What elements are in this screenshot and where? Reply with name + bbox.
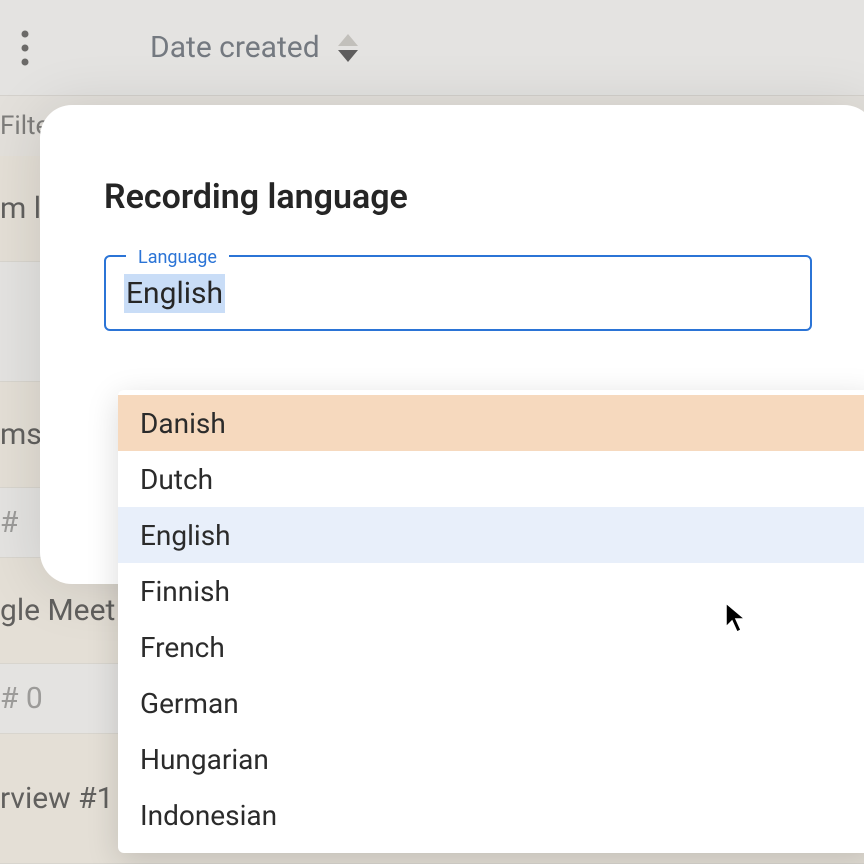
language-option[interactable]: Danish bbox=[118, 395, 864, 451]
language-option[interactable]: French bbox=[118, 619, 864, 675]
row-text: ms bbox=[0, 417, 42, 452]
bg-header: Date created bbox=[0, 0, 864, 96]
language-option[interactable]: Dutch bbox=[118, 451, 864, 507]
language-field-label: Language bbox=[126, 247, 229, 268]
modal-title: Recording language bbox=[104, 177, 812, 217]
sort-button[interactable]: Date created bbox=[150, 30, 358, 65]
row-text: # 0 bbox=[0, 681, 43, 716]
sort-label: Date created bbox=[150, 30, 320, 65]
row-text: m l bbox=[0, 191, 41, 226]
language-option[interactable]: German bbox=[118, 675, 864, 731]
row-text: rview #1 bbox=[0, 781, 113, 816]
sort-arrows-icon bbox=[338, 34, 358, 62]
row-text: # bbox=[0, 505, 18, 540]
language-option[interactable]: Hungarian bbox=[118, 731, 864, 787]
language-field-value: English bbox=[124, 274, 225, 313]
language-dropdown[interactable]: Danish Dutch English Finnish French Germ… bbox=[118, 390, 864, 853]
language-option[interactable]: Finnish bbox=[118, 563, 864, 619]
row-text: gle Meet bbox=[0, 593, 115, 628]
more-options-icon[interactable] bbox=[10, 30, 40, 66]
language-option[interactable]: Indonesian bbox=[118, 787, 864, 843]
language-option[interactable]: English bbox=[118, 507, 864, 563]
language-field[interactable]: Language English bbox=[104, 255, 812, 331]
